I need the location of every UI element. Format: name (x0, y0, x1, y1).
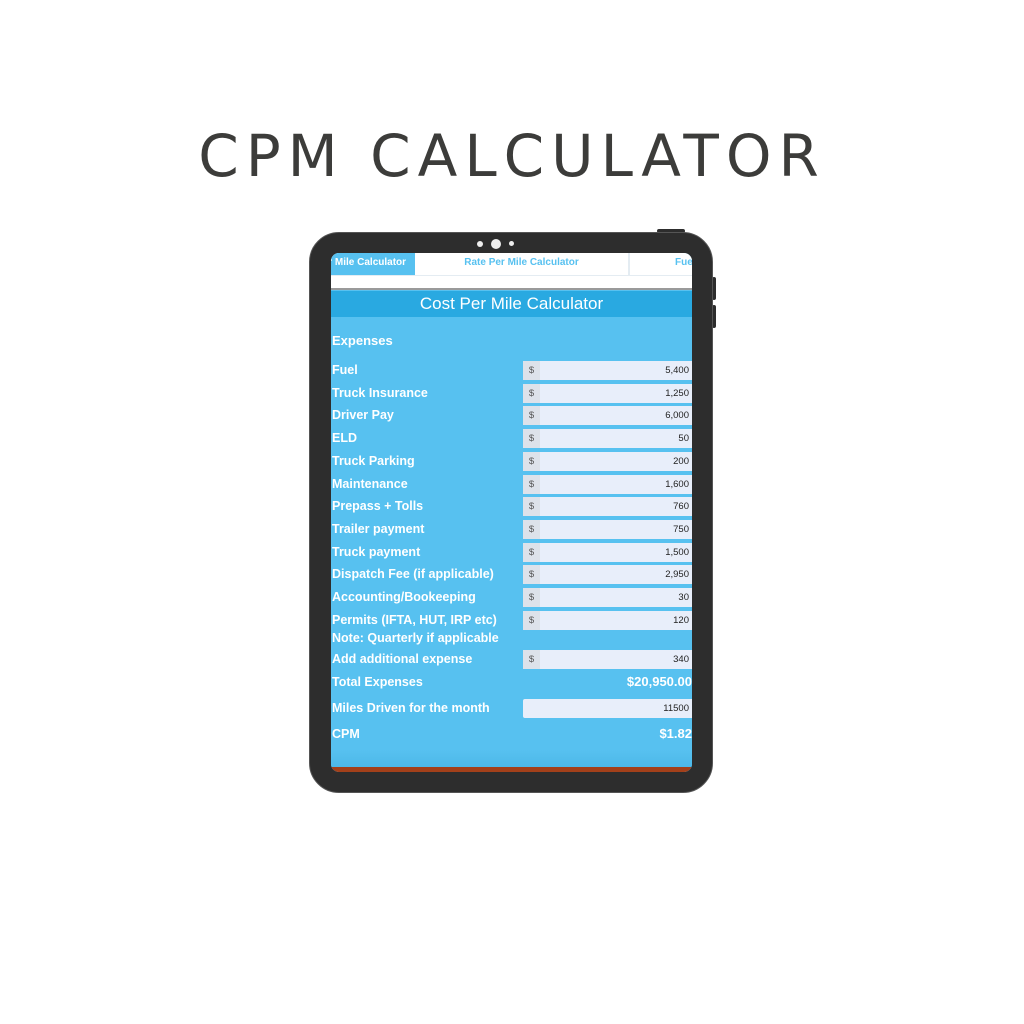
input-value: 6,000 (665, 410, 689, 422)
input-value: 5,400 (665, 365, 689, 376)
currency-prefix: $ (523, 588, 540, 607)
input-value: 760 (673, 501, 689, 513)
permits-note: Note: Quarterly if applicable (332, 631, 499, 645)
currency-prefix: $ (523, 565, 540, 585)
total-value: $20,950.00 (626, 674, 692, 689)
calculator-header: Cost Per Mile Calculator (331, 291, 692, 317)
input-value: 340 (673, 654, 689, 665)
tab-cost-per-mile[interactable]: Cost Per Mile Calculator (331, 253, 415, 275)
input-value: 200 (673, 455, 689, 467)
input-value: 1,500 (665, 546, 689, 558)
screen: Cost Per Mile Calculator Rate Per Mile C… (331, 253, 692, 772)
total-label: Total Expenses (332, 675, 423, 689)
expense-input[interactable]: $50 (523, 429, 692, 449)
input-value: 120 (673, 614, 689, 626)
input-value: 1,250 (665, 387, 689, 399)
tab-fuel[interactable]: Fuel (675, 253, 692, 275)
expense-input[interactable]: $5,400 (523, 361, 692, 380)
section-title: Expenses (332, 333, 393, 348)
expense-input[interactable]: $6,000 (523, 406, 692, 426)
expense-label: Driver Pay (332, 408, 394, 423)
expense-label: ELD (332, 431, 357, 446)
expense-input[interactable]: $30 (523, 588, 692, 607)
expense-input[interactable]: $2,950 (523, 565, 692, 585)
expense-label: Permits (IFTA, HUT, IRP etc) (332, 612, 497, 627)
expense-input[interactable]: $1,250 (523, 383, 692, 403)
additional-expense-input[interactable]: $340 (523, 650, 692, 669)
input-value: 2,950 (665, 569, 689, 581)
currency-prefix: $ (523, 451, 540, 471)
expense-label: Truck Parking (332, 453, 415, 468)
expense-label: Truck Insurance (332, 385, 428, 400)
currency-prefix: $ (523, 406, 540, 426)
input-value: 30 (678, 592, 689, 603)
currency-prefix: $ (523, 542, 540, 562)
expense-input[interactable]: $200 (523, 451, 692, 471)
expense-input[interactable]: $1,500 (523, 542, 692, 562)
cpm-value: $1.82 (659, 726, 692, 741)
expense-input[interactable]: $120 (523, 610, 692, 630)
camera-icon (491, 239, 501, 249)
currency-prefix: $ (523, 383, 540, 403)
additional-label: Add additional expense (332, 652, 473, 666)
expense-label: Accounting/Bookeeping (332, 590, 476, 604)
page-title: CPM CALCULATOR (198, 122, 826, 190)
input-value: 750 (673, 523, 689, 535)
divider (331, 276, 692, 290)
expense-input[interactable]: $760 (523, 497, 692, 517)
currency-prefix: $ (523, 497, 540, 517)
bottom-bar (331, 767, 692, 772)
expense-label: Maintenance (332, 476, 408, 491)
tab-bar: Cost Per Mile Calculator Rate Per Mile C… (331, 253, 692, 276)
input-value: 50 (678, 433, 689, 445)
cpm-label: CPM (332, 727, 360, 741)
input-value: 11500 (663, 703, 689, 714)
expense-label: Trailer payment (332, 521, 425, 536)
expense-input[interactable]: $750 (523, 519, 692, 539)
sensor-icon (477, 241, 483, 247)
expense-label: Fuel (332, 363, 358, 377)
currency-prefix: $ (523, 474, 540, 494)
input-value: 1,600 (665, 478, 689, 490)
expense-label: Truck payment (332, 544, 421, 559)
tab-rate-per-mile[interactable]: Rate Per Mile Calculator (415, 253, 630, 275)
sensor-icon (509, 241, 514, 246)
currency-prefix: $ (523, 361, 540, 380)
miles-input[interactable]: 11500 (523, 699, 692, 718)
currency-prefix: $ (523, 519, 540, 539)
miles-label: Miles Driven for the month (332, 701, 490, 715)
currency-prefix: $ (523, 429, 540, 449)
currency-prefix: $ (523, 650, 540, 669)
expense-input[interactable]: $1,600 (523, 474, 692, 494)
currency-prefix: $ (523, 610, 540, 630)
expense-label: Dispatch Fee (if applicable) (332, 567, 494, 582)
expense-label: Prepass + Tolls (332, 499, 424, 514)
